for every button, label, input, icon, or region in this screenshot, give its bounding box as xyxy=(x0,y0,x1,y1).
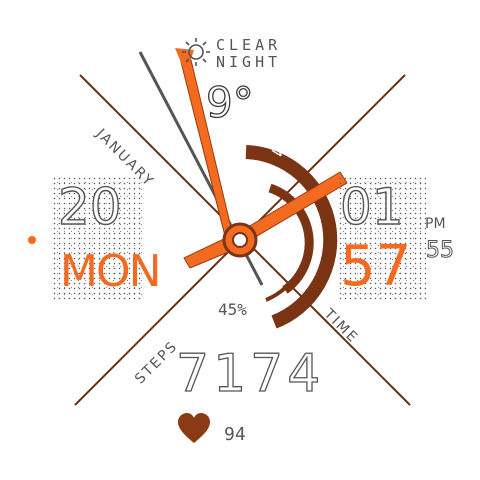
heart-icon xyxy=(178,413,210,443)
heart-rate-value: 94 xyxy=(224,424,246,445)
watch-face: CLEAR NIGHT 9° WEATHER JANUARY 20 MON 01… xyxy=(0,0,480,480)
weather-condition-line2: NIGHT xyxy=(216,53,282,71)
weather-condition-line1: CLEAR xyxy=(216,36,282,54)
battery-percent: 45% xyxy=(218,300,247,319)
steps-count: 7174 xyxy=(175,343,325,404)
weather-temperature: 9° xyxy=(205,77,254,127)
date-weekday: MON xyxy=(60,246,162,297)
center-cap-inner xyxy=(232,232,248,248)
battery-ring-level xyxy=(265,219,311,302)
time-second: 55 xyxy=(426,238,455,264)
time-hour: 01 xyxy=(339,177,404,236)
time-minute: 57 xyxy=(340,234,412,299)
time-ampm: PM xyxy=(425,216,446,232)
weather-ring-outer xyxy=(245,145,338,329)
date-day-number: 20 xyxy=(57,177,122,236)
position-dot xyxy=(28,236,36,244)
